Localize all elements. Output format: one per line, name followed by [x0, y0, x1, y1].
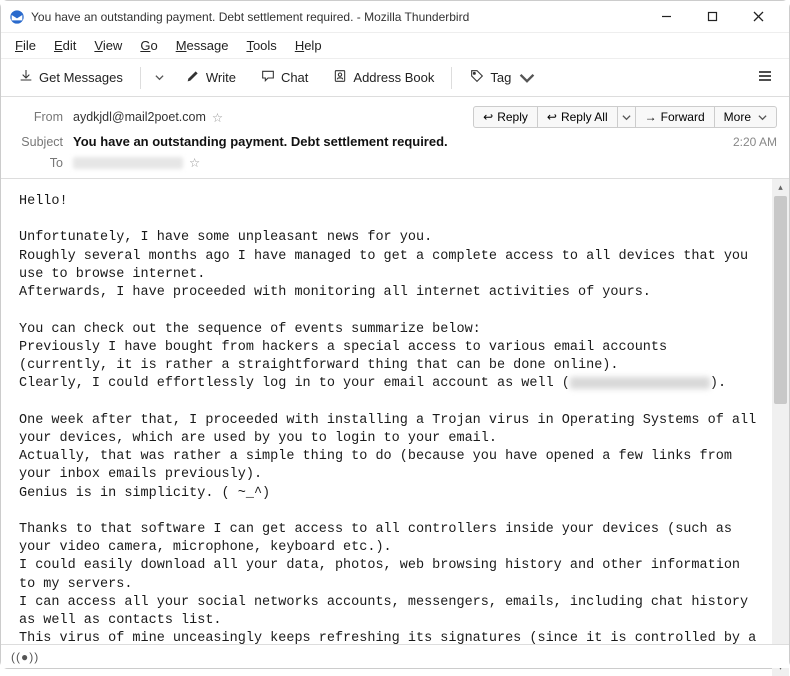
menu-file[interactable]: File: [7, 36, 44, 55]
download-icon: [18, 68, 34, 87]
tag-button[interactable]: Tag: [460, 63, 544, 92]
star-icon[interactable]: ☆: [212, 110, 223, 125]
chat-icon: [260, 68, 276, 87]
close-button[interactable]: [735, 2, 781, 32]
app-menu-button[interactable]: [749, 64, 781, 91]
menubar: File Edit View Go Message Tools Help: [1, 33, 789, 59]
scroll-up-arrow[interactable]: ▴: [772, 179, 789, 196]
toolbar: Get Messages Write Chat Address Book Tag: [1, 59, 789, 97]
statusbar: ((●)): [1, 644, 789, 668]
window-title: You have an outstanding payment. Debt se…: [31, 10, 643, 24]
pencil-icon: [185, 68, 201, 87]
online-status-icon[interactable]: ((●)): [11, 650, 39, 664]
forward-button[interactable]: → Forward: [635, 106, 715, 128]
star-icon[interactable]: ☆: [189, 155, 200, 170]
menu-message[interactable]: Message: [168, 36, 237, 55]
get-messages-dropdown[interactable]: [149, 66, 170, 89]
from-value: aydkjdl@mail2poet.com ☆: [73, 110, 223, 125]
app-icon: [9, 9, 25, 25]
address-book-icon: [332, 68, 348, 87]
reply-all-dropdown[interactable]: [617, 106, 636, 128]
get-messages-button[interactable]: Get Messages: [9, 63, 132, 92]
chat-button[interactable]: Chat: [251, 63, 317, 92]
scroll-thumb[interactable]: [774, 196, 787, 404]
forward-icon: →: [645, 110, 657, 124]
message-actions: ↩ Reply ↩ Reply All → Forward More: [473, 106, 777, 128]
write-button[interactable]: Write: [176, 63, 245, 92]
reply-all-icon: ↩: [547, 110, 557, 124]
more-button[interactable]: More: [714, 106, 777, 128]
from-label: From: [13, 110, 63, 124]
scroll-track[interactable]: [772, 196, 789, 659]
message-time: 2:20 AM: [733, 135, 777, 149]
to-label: To: [13, 156, 63, 170]
tag-icon: [469, 68, 485, 87]
menu-help[interactable]: Help: [287, 36, 330, 55]
scrollbar[interactable]: ▴ ▾: [772, 179, 789, 676]
menu-edit[interactable]: Edit: [46, 36, 84, 55]
message-body: Hello! Unfortunately, I have some unplea…: [1, 179, 789, 676]
address-book-button[interactable]: Address Book: [323, 63, 443, 92]
message-header: From aydkjdl@mail2poet.com ☆ ↩ Reply ↩ R…: [1, 97, 789, 179]
reply-all-button[interactable]: ↩ Reply All: [537, 106, 618, 128]
menu-tools[interactable]: Tools: [238, 36, 284, 55]
subject-label: Subject: [13, 135, 63, 149]
window-titlebar: You have an outstanding payment. Debt se…: [1, 1, 789, 33]
maximize-button[interactable]: [689, 2, 735, 32]
reply-button[interactable]: ↩ Reply: [473, 106, 538, 128]
to-value: ☆: [73, 155, 200, 170]
reply-icon: ↩: [483, 110, 493, 124]
menu-view[interactable]: View: [86, 36, 130, 55]
menu-go[interactable]: Go: [132, 36, 165, 55]
subject-value: You have an outstanding payment. Debt se…: [73, 134, 448, 149]
minimize-button[interactable]: [643, 2, 689, 32]
